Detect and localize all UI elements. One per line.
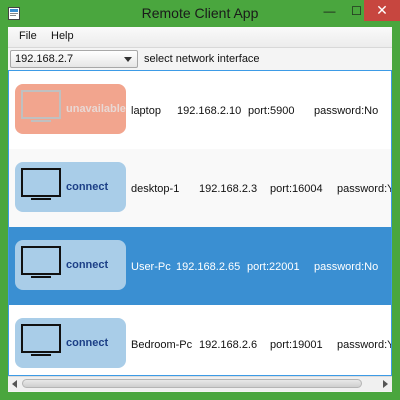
connect-button[interactable]: connect xyxy=(15,318,126,368)
client-row-user-pc[interactable]: connect User-Pc 192.168.2.65 port:22001 … xyxy=(9,227,391,305)
close-icon: ✕ xyxy=(376,2,388,18)
client-list: unavailable laptop 192.168.2.10 port:590… xyxy=(8,70,392,376)
client-password: password:No xyxy=(314,105,379,117)
monitor-icon xyxy=(21,168,61,200)
client-password: password:Yes xyxy=(337,339,391,351)
button-label: connect xyxy=(66,181,109,193)
client-name: desktop-1 xyxy=(131,183,180,195)
button-label: connect xyxy=(66,337,109,349)
client-password: password:No xyxy=(314,261,379,273)
client-name: Bedroom-Pc xyxy=(131,339,193,351)
client-ip: 192.168.2.65 xyxy=(176,261,241,273)
client-port: port:22001 xyxy=(247,261,300,273)
client-row-bedroom-pc[interactable]: connect Bedroom-Pc 192.168.2.6 port:1900… xyxy=(9,305,391,375)
client-port: port:16004 xyxy=(270,183,323,195)
toolbar: 192.168.2.7 select network interface xyxy=(8,48,392,70)
client-ip: 192.168.2.3 xyxy=(199,183,258,195)
minimize-icon: — xyxy=(323,3,336,18)
client-row-laptop[interactable]: unavailable laptop 192.168.2.10 port:590… xyxy=(9,71,391,149)
menu-file[interactable]: File xyxy=(19,30,37,42)
maximize-icon: ☐ xyxy=(351,3,362,18)
client-name: User-Pc xyxy=(131,261,171,273)
menu-help[interactable]: Help xyxy=(51,30,74,42)
client-area: File Help 192.168.2.7 select network int… xyxy=(8,27,392,392)
network-interface-hint: select network interface xyxy=(144,53,260,65)
network-interface-value: 192.168.2.7 xyxy=(15,53,74,65)
button-label: unavailable xyxy=(66,103,126,115)
chevron-down-icon xyxy=(124,57,132,62)
close-button[interactable]: ✕ xyxy=(364,0,400,21)
button-label: connect xyxy=(66,259,109,271)
connect-button[interactable]: connect xyxy=(15,240,126,290)
title-bar[interactable]: Remote Client App — ☐ ✕ xyxy=(0,0,400,27)
client-port: port:5900 xyxy=(248,105,295,117)
monitor-icon xyxy=(21,90,61,122)
monitor-icon xyxy=(21,324,61,356)
connect-button[interactable]: connect xyxy=(15,162,126,212)
client-password: password:Yes xyxy=(337,183,391,195)
menu-bar: File Help xyxy=(8,27,392,48)
minimize-button[interactable]: — xyxy=(316,0,343,21)
monitor-icon xyxy=(21,246,61,278)
scrollbar-thumb[interactable] xyxy=(22,379,362,388)
app-window: Remote Client App — ☐ ✕ File Help 192.16… xyxy=(0,0,400,400)
client-name: laptop xyxy=(131,105,161,117)
horizontal-scrollbar[interactable] xyxy=(8,376,392,391)
client-ip: 192.168.2.6 xyxy=(199,339,258,351)
client-port: port:19001 xyxy=(270,339,323,351)
client-row-desktop-1[interactable]: connect desktop-1 192.168.2.3 port:16004… xyxy=(9,149,391,227)
client-ip: 192.168.2.10 xyxy=(177,105,242,117)
scroll-left-icon[interactable] xyxy=(12,380,17,388)
network-interface-select[interactable]: 192.168.2.7 xyxy=(10,50,138,68)
scroll-right-icon[interactable] xyxy=(383,380,388,388)
unavailable-button[interactable]: unavailable xyxy=(15,84,126,134)
